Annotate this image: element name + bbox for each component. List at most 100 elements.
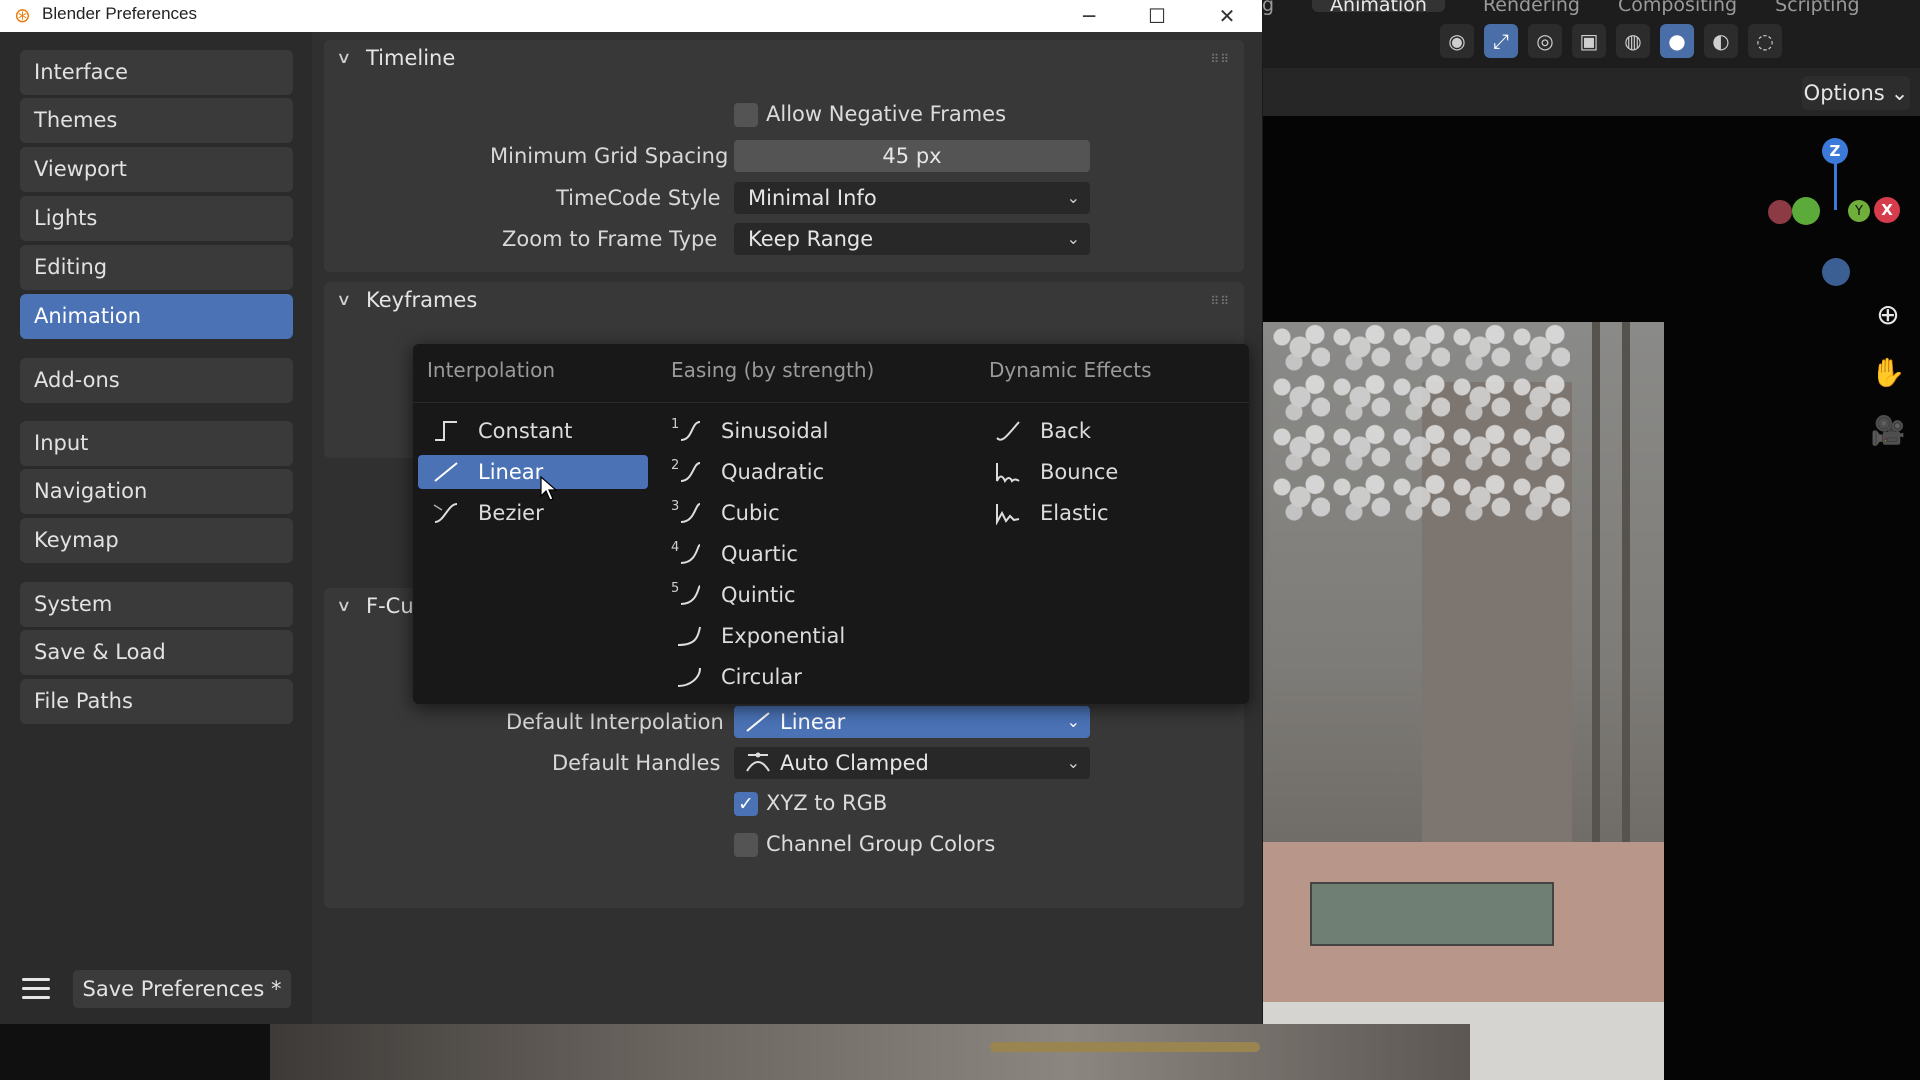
chevron-down-icon: ⌄ [1066, 188, 1080, 207]
menu-item-exponential[interactable]: Exponential [661, 619, 921, 653]
elastic-ease-icon [996, 504, 1020, 525]
allow-negative-frames-checkbox[interactable] [734, 103, 758, 127]
scene-column [1592, 322, 1600, 842]
allow-negative-frames-label: Allow Negative Frames [766, 102, 1007, 126]
workspace-tab-animation[interactable]: Animation [1312, 0, 1445, 16]
channel-group-colors-checkbox[interactable] [734, 833, 758, 857]
menu-item-quartic[interactable]: 4 Quartic [661, 537, 921, 571]
default-interpolation-value: Linear [780, 710, 846, 734]
xray-icon[interactable]: ▣ [1572, 24, 1606, 58]
camera-icon[interactable]: 🎥 [1870, 412, 1906, 448]
gizmo-x-handle[interactable]: X [1874, 197, 1900, 223]
exponential-ease-icon [677, 626, 701, 646]
zoom-to-frame-dropdown[interactable]: Keep Range ⌄ [734, 223, 1090, 255]
chevron-down-icon: ∨ [336, 596, 352, 615]
menu-item-label: Quintic [721, 583, 796, 607]
hamburger-menu-icon[interactable] [18, 972, 56, 1004]
bounce-ease-icon [996, 463, 1020, 484]
zoom-to-frame-value: Keep Range [748, 227, 874, 251]
sidebar-item-editing[interactable]: Editing [20, 245, 293, 290]
sidebar-item-keymap[interactable]: Keymap [20, 518, 293, 563]
sidebar-item-file-paths[interactable]: File Paths [20, 679, 293, 724]
back-ease-icon [996, 421, 1020, 441]
minimize-button[interactable]: ─ [1056, 0, 1122, 32]
menu-item-label: Exponential [721, 624, 846, 648]
menu-item-back[interactable]: Back [980, 414, 1230, 448]
viewport-bottom-scene [270, 1024, 1470, 1080]
cubic-ease-icon [680, 503, 701, 523]
scene-chandelier [1270, 322, 1570, 522]
sidebar-item-lights[interactable]: Lights [20, 196, 293, 241]
linear-icon [434, 462, 458, 482]
timecode-style-dropdown[interactable]: Minimal Info ⌄ [734, 182, 1090, 214]
pan-hand-icon[interactable]: ✋ [1870, 354, 1906, 390]
menu-item-circular[interactable]: Circular [661, 660, 921, 694]
timeline-panel-header[interactable]: ∨ Timeline ⠿⠿ [324, 40, 1244, 80]
sidebar-item-save-load[interactable]: Save & Load [20, 630, 293, 675]
bezier-icon [433, 503, 458, 523]
menu-item-label: Constant [478, 419, 573, 443]
workspace-tab-scripting[interactable]: Scripting [1775, 0, 1860, 16]
auto-clamped-handle-icon [746, 752, 770, 772]
visibility-icon[interactable]: ◉ [1440, 24, 1474, 58]
menu-item-cubic[interactable]: 3 Cubic [661, 496, 921, 530]
sidebar-item-themes[interactable]: Themes [20, 98, 293, 143]
workspace-tab-rendering[interactable]: Rendering [1483, 0, 1580, 16]
drag-grip-icon[interactable]: ⠿⠿ [1210, 294, 1230, 308]
sidebar-item-interface[interactable]: Interface [20, 50, 293, 95]
menu-item-bounce[interactable]: Bounce [980, 455, 1230, 489]
save-preferences-button[interactable]: Save Preferences * [73, 970, 291, 1008]
workspace-tab-partial[interactable]: g [1262, 0, 1274, 16]
options-label: Options [1803, 81, 1885, 105]
drag-grip-icon[interactable]: ⠿⠿ [1210, 52, 1230, 66]
sidebar-item-viewport[interactable]: Viewport [20, 147, 293, 192]
menu-item-label: Cubic [721, 501, 780, 525]
gizmo-y-handle[interactable]: Y [1848, 200, 1870, 222]
sidebar-item-navigation[interactable]: Navigation [20, 469, 293, 514]
circular-ease-icon [677, 667, 701, 687]
default-interpolation-dropdown[interactable]: Linear ⌄ [734, 706, 1090, 738]
checkmark-icon: ✓ [738, 793, 754, 815]
keyframes-panel-header[interactable]: ∨ Keyframes ⠿⠿ [324, 282, 1244, 322]
workspace-tab-compositing[interactable]: Compositing [1618, 0, 1737, 16]
gizmo-neg-y-handle[interactable] [1792, 197, 1820, 225]
quadratic-ease-icon [680, 462, 701, 482]
menu-item-sinusoidal[interactable]: 1 Sinusoidal [661, 414, 921, 448]
sidebar-item-input[interactable]: Input [20, 421, 293, 466]
xyz-to-rgb-label: XYZ to RGB [766, 791, 888, 815]
min-grid-spacing-field[interactable]: 45 px [734, 140, 1090, 172]
chevron-down-icon: ⌄ [1066, 753, 1080, 772]
material-shading-icon[interactable]: ◐ [1704, 24, 1738, 58]
chevron-down-icon: ⌄ [1066, 712, 1080, 731]
default-handles-dropdown[interactable]: Auto Clamped ⌄ [734, 747, 1090, 779]
chevron-down-icon: ∨ [336, 48, 352, 67]
gizmo-neg-z-handle[interactable] [1822, 258, 1850, 286]
zoom-icon[interactable]: ⊕ [1870, 296, 1906, 332]
menu-item-linear[interactable]: Linear [418, 455, 648, 489]
linear-icon [746, 712, 770, 732]
menu-item-quintic[interactable]: 5 Quintic [661, 578, 921, 612]
close-button[interactable]: ✕ [1194, 0, 1260, 32]
overlay-icon[interactable]: ◎ [1528, 24, 1562, 58]
menu-item-constant[interactable]: Constant [418, 414, 648, 448]
solid-shading-icon[interactable]: ● [1660, 24, 1694, 58]
keyframes-title: Keyframes [366, 288, 478, 312]
default-handles-label: Default Handles [552, 751, 721, 775]
gizmo-z-handle[interactable]: Z [1822, 138, 1848, 164]
sidebar-item-addons[interactable]: Add-ons [20, 358, 293, 403]
menu-item-bezier[interactable]: Bezier [418, 496, 648, 530]
maximize-button[interactable]: ☐ [1124, 0, 1190, 32]
menu-item-quadratic[interactable]: 2 Quadratic [661, 455, 921, 489]
gizmo-neg-x-handle[interactable] [1768, 200, 1792, 224]
wireframe-shading-icon[interactable]: ◍ [1616, 24, 1650, 58]
menu-item-elastic[interactable]: Elastic [980, 496, 1230, 530]
sidebar-item-system[interactable]: System [20, 582, 293, 627]
menu-item-label: Quartic [721, 542, 798, 566]
gizmo-toggle-icon[interactable]: ⤢ [1484, 24, 1518, 58]
sidebar-item-animation[interactable]: Animation [20, 294, 293, 339]
xyz-to-rgb-checkbox[interactable]: ✓ [734, 792, 758, 816]
rendered-shading-icon[interactable]: ◌ [1748, 24, 1782, 58]
options-dropdown[interactable]: Options ⌄ [1802, 76, 1910, 110]
workspace-tabs: g Animation Rendering Compositing Script… [1262, 0, 1860, 16]
interpolation-column-header: Interpolation [427, 358, 555, 382]
